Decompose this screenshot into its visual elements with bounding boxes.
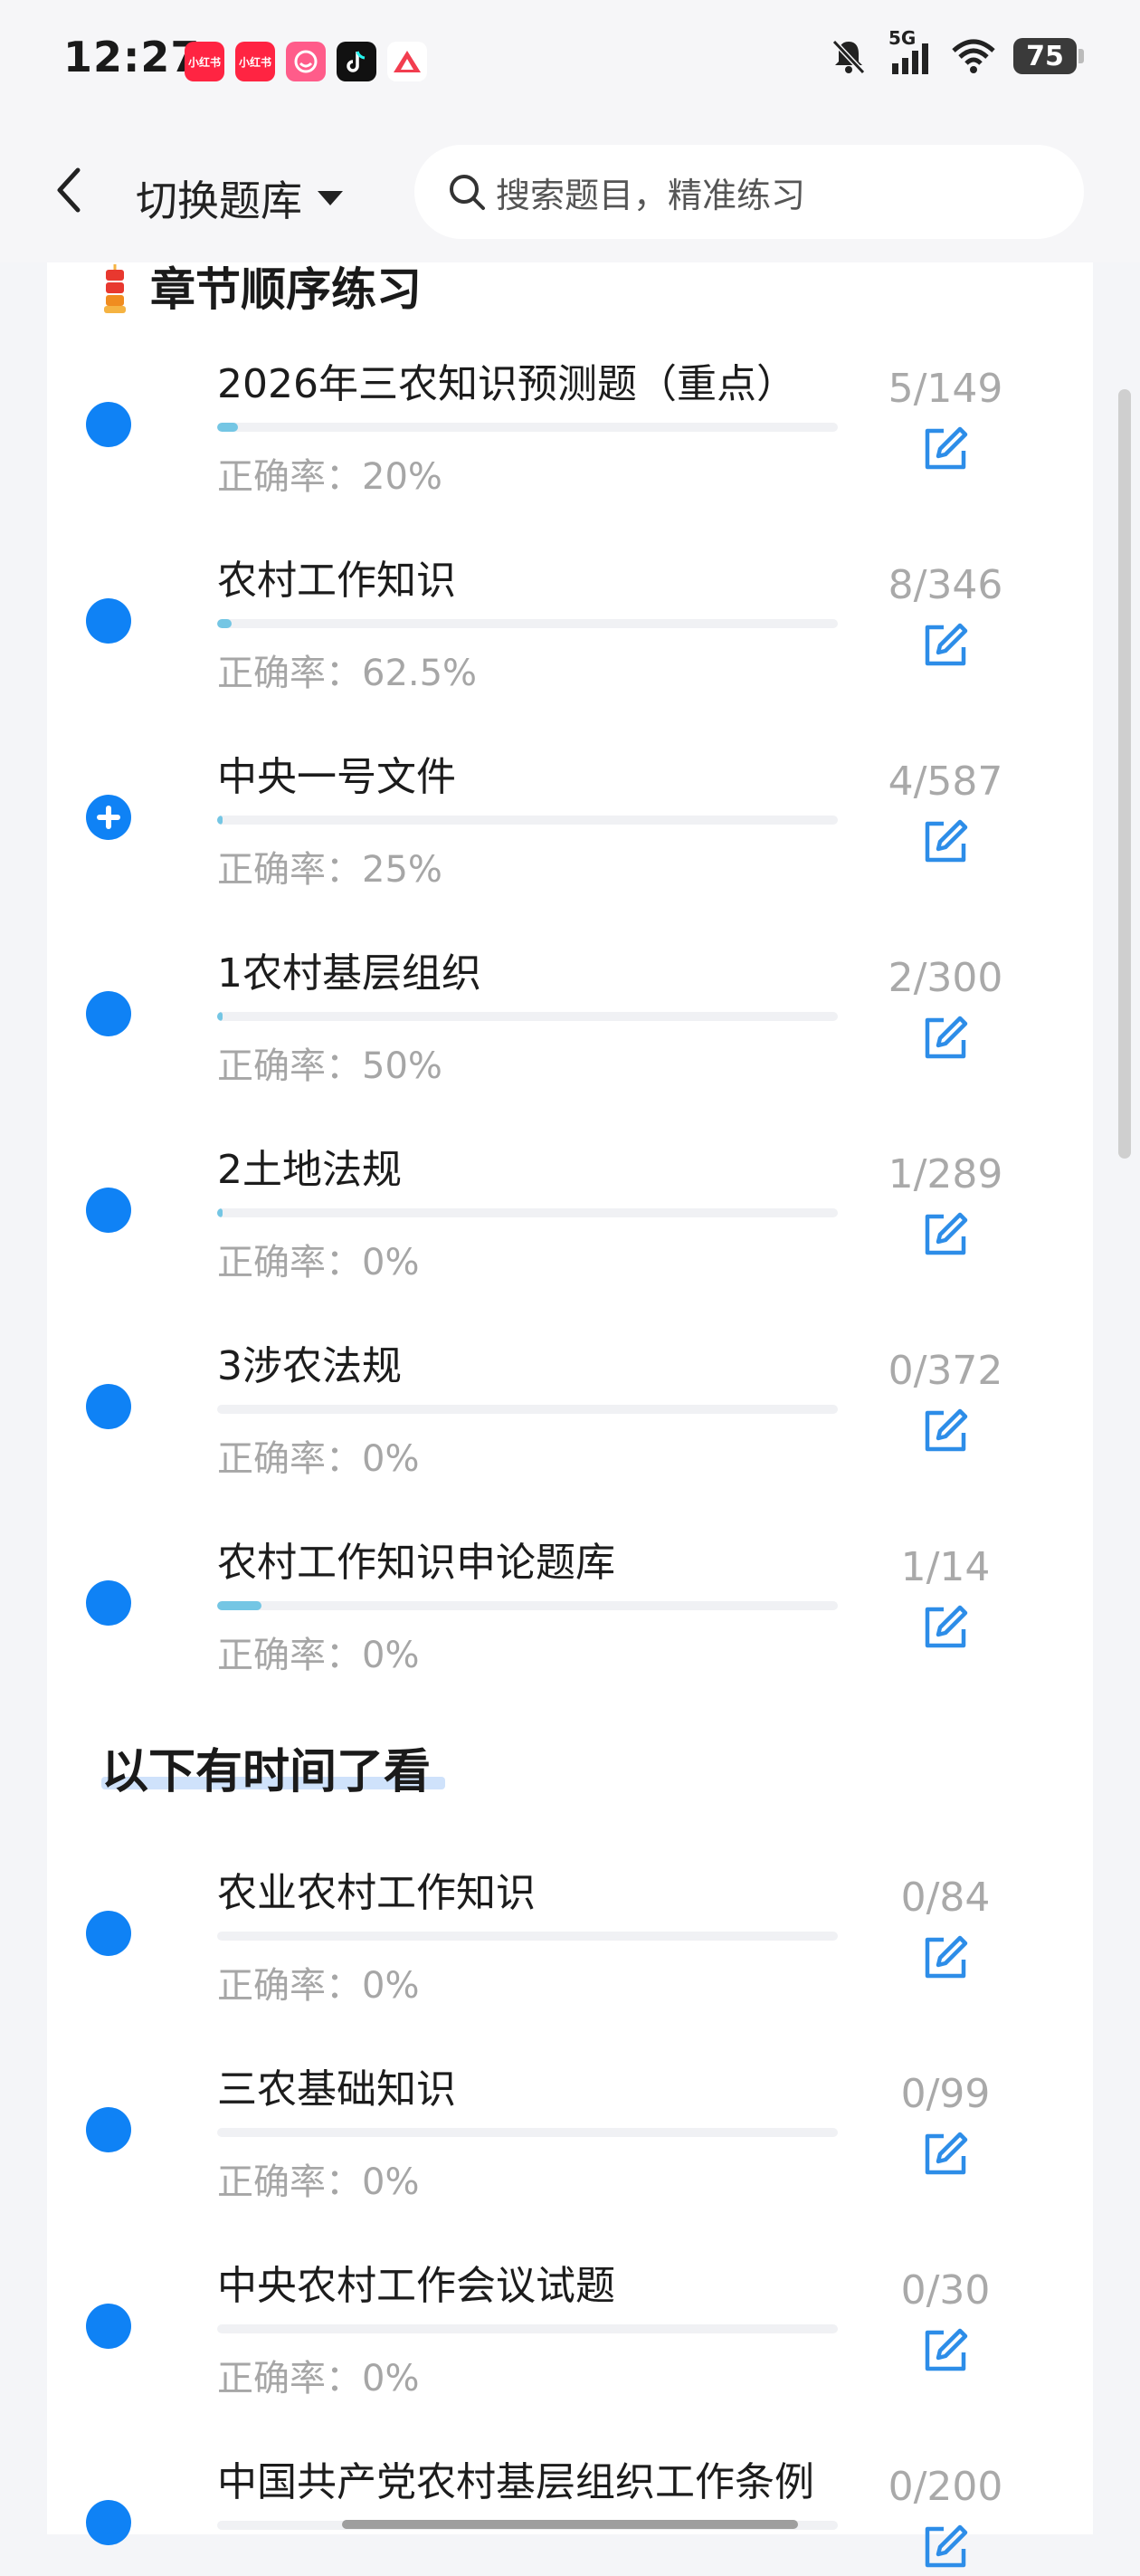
progress-bar [217,2128,838,2137]
edit-practice-icon[interactable] [920,2522,971,2572]
firecracker-icon [104,264,126,313]
edit-practice-icon[interactable] [920,424,971,474]
chapter-title: 中央一号文件 [217,754,456,800]
accuracy-text: 正确率：0% [217,2161,420,2203]
edit-practice-icon[interactable] [920,620,971,671]
chapter-dot-icon [86,2107,131,2152]
chapter-title: 2土地法规 [217,1147,402,1193]
bell-muted-icon [831,39,866,75]
chapter-dot-icon [86,598,131,644]
progress-count: 0/30 [900,2267,991,2314]
section-header-later: 以下有时间了看 [101,1733,445,1801]
chapter-dot-icon [86,1580,131,1626]
progress-count: 8/346 [888,562,1003,608]
edit-practice-icon[interactable] [920,2325,971,2376]
accuracy-text: 正确率：0% [217,1242,420,1283]
section-title-later: 以下有时间了看 [101,1745,432,1799]
app-notification-icon [286,42,326,81]
status-bar: 12:27 小红书 小红书 5G 75 [0,0,1140,127]
progress-bar [217,2324,838,2333]
search-input[interactable]: 搜索题目，精准练习 [414,145,1084,239]
progress-bar [217,1405,838,1414]
chapter-title: 农村工作知识申论题库 [217,1540,615,1586]
chapter-dot-icon [86,1384,131,1429]
accuracy-text: 正确率：20% [217,456,442,498]
edit-practice-icon[interactable] [920,1209,971,1260]
progress-bar [217,423,838,432]
progress-count: 0/372 [888,1348,1003,1394]
progress-count: 4/587 [888,758,1003,805]
switch-question-bank-button[interactable]: 切换题库 [136,168,346,228]
progress-count: 1/289 [888,1151,1003,1197]
progress-bar [217,1932,838,1941]
progress-fill [217,1208,223,1217]
progress-fill [217,1012,223,1021]
scrollbar[interactable] [1118,389,1131,1159]
search-placeholder: 搜索题目，精准练习 [496,175,806,215]
section-title-chapter-practice: 章节顺序练习 [150,263,422,316]
chapter-title: 农业农村工作知识 [217,1870,536,1916]
chapter-dot-icon [86,991,131,1036]
progress-count: 0/200 [888,2464,1003,2510]
progress-bar [217,1601,838,1610]
edit-practice-icon[interactable] [920,1013,971,1064]
progress-fill [217,1601,261,1610]
chapter-dot-icon [86,1188,131,1233]
chapter-title: 农村工作知识 [217,558,456,604]
xiaohongshu-icon: 小红书 [235,42,275,81]
accuracy-text: 正确率：0% [217,2358,420,2399]
progress-bar [217,1012,838,1021]
progress-fill [217,423,239,432]
progress-count: 1/14 [900,1544,991,1590]
app-notification-icon [387,42,427,81]
edit-practice-icon[interactable] [920,1406,971,1456]
accuracy-text: 正确率：0% [217,1965,420,2007]
progress-fill [217,816,223,825]
chapter-title: 中央农村工作会议试题 [217,2263,615,2309]
edit-practice-icon[interactable] [920,816,971,867]
cellular-signal-icon: 5G [885,27,934,76]
chapter-title: 中国共产党农村基层组织工作条例 [217,2459,814,2505]
status-indicators: 5G 75 [829,27,1084,76]
progress-count: 0/99 [900,2071,991,2117]
battery-indicator: 75 [1013,38,1084,74]
edit-practice-icon[interactable] [920,1932,971,1983]
accuracy-text: 正确率：0% [217,1438,420,1480]
edit-practice-icon[interactable] [920,1602,971,1653]
caret-down-icon [318,191,343,205]
back-arrow-icon[interactable] [47,163,92,217]
chapter-dot-icon [86,402,131,447]
chapter-title: 三农基础知识 [217,2066,456,2113]
accuracy-text: 正确率：0% [217,1635,420,1676]
edit-practice-icon[interactable] [920,2129,971,2180]
chapter-dot-icon [86,1911,131,1956]
accuracy-text: 正确率：50% [217,1045,442,1087]
chapter-title: 3涉农法规 [217,1343,402,1389]
progress-count: 2/300 [888,955,1003,1001]
progress-bar [217,1208,838,1217]
xiaohongshu-icon: 小红书 [185,42,224,81]
progress-bar [217,816,838,825]
tiktok-icon [337,42,376,81]
search-icon [450,175,485,210]
progress-count: 0/84 [900,1875,991,1921]
expand-plus-icon[interactable] [86,795,131,840]
chapter-dot-icon [86,2304,131,2349]
switch-bank-label: 切换题库 [136,177,302,225]
accuracy-text: 正确率：62.5% [217,653,478,694]
notification-app-icons: 小红书 小红书 [185,42,427,81]
chapter-dot-icon [86,2500,131,2545]
home-indicator[interactable] [342,2520,798,2529]
chapter-title: 1农村基层组织 [217,950,481,997]
chapter-title: 2026年三农知识预测题（重点） [217,361,796,407]
accuracy-text: 正确率：25% [217,849,442,891]
progress-bar [217,619,838,628]
progress-count: 5/149 [888,366,1003,412]
status-time: 12:27 [63,33,201,81]
progress-fill [217,619,232,628]
wifi-icon [952,39,995,73]
